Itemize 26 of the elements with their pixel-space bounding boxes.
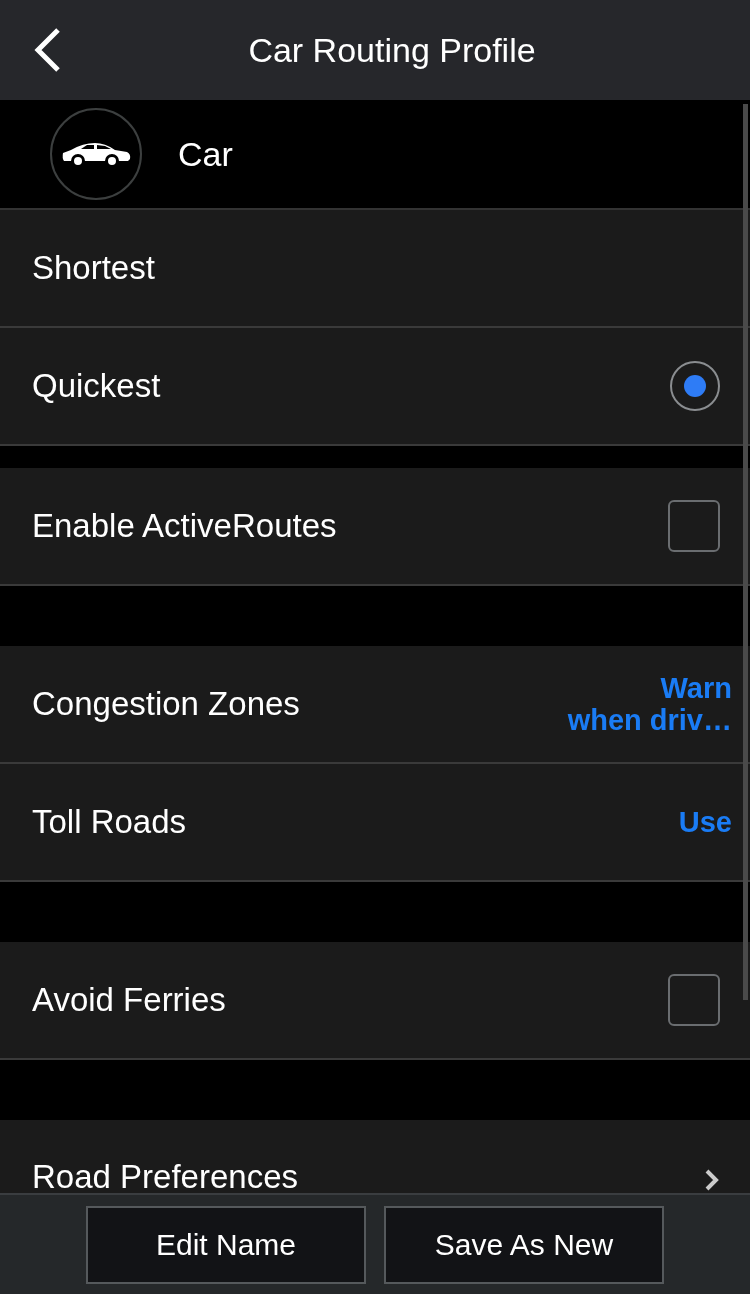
settings-row[interactable]: Avoid Ferries bbox=[0, 942, 750, 1060]
chevron-right-icon bbox=[704, 1168, 720, 1192]
checkbox[interactable] bbox=[668, 500, 720, 552]
setting-label: Road Preferences bbox=[32, 1158, 299, 1193]
footer-button[interactable]: Save As New bbox=[384, 1205, 664, 1284]
profile-name: Car bbox=[178, 134, 233, 174]
screen-title: Car Routing Profile bbox=[248, 30, 536, 70]
settings-row[interactable]: Enable ActiveRoutes bbox=[0, 468, 750, 586]
checkbox[interactable] bbox=[668, 974, 720, 1026]
setting-value: Use bbox=[678, 806, 732, 838]
settings-row[interactable]: Quickest bbox=[0, 328, 750, 446]
footer-button[interactable]: Edit Name bbox=[86, 1205, 366, 1284]
radio-button[interactable] bbox=[670, 361, 720, 411]
settings-row[interactable]: Congestion Zones Warn when driv… bbox=[0, 646, 750, 764]
setting-label: Enable ActiveRoutes bbox=[32, 507, 338, 545]
back-icon bbox=[32, 27, 62, 73]
settings-row[interactable]: Road Preferences bbox=[0, 1120, 750, 1193]
car-icon bbox=[61, 141, 131, 167]
setting-value: Warn when driv… bbox=[567, 672, 732, 736]
setting-label: Quickest bbox=[32, 367, 162, 405]
setting-label: Toll Roads bbox=[32, 803, 188, 841]
settings-row[interactable]: Toll Roads Use bbox=[0, 764, 750, 882]
setting-label: Avoid Ferries bbox=[32, 981, 227, 1019]
setting-label: Shortest bbox=[32, 249, 156, 287]
settings-row[interactable]: Shortest bbox=[0, 210, 750, 328]
setting-label: Congestion Zones bbox=[32, 685, 301, 723]
